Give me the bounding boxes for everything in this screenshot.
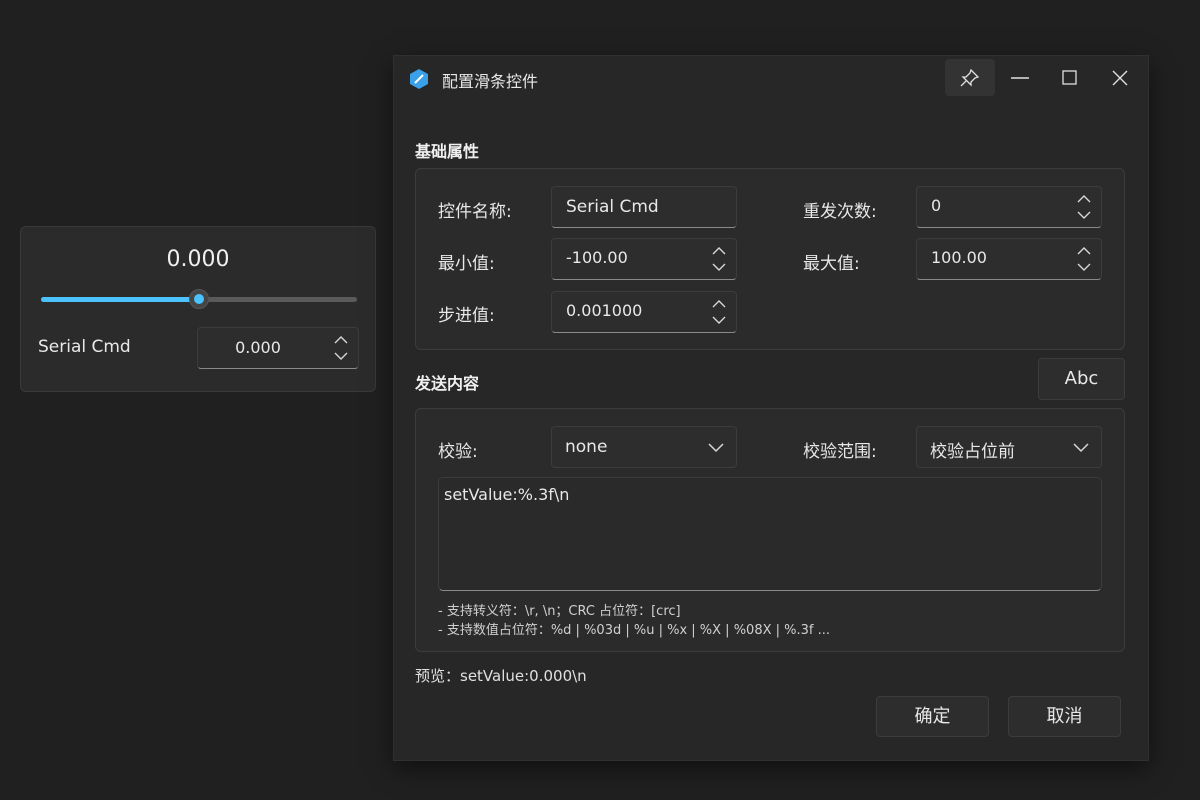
cancel-button[interactable]: 取消 [1008, 696, 1121, 737]
minimize-button[interactable] [995, 59, 1045, 96]
min-value-spinbox[interactable]: -100.00 [551, 238, 737, 280]
escape-hint: - 支持转义符：\r, \n；CRC 占位符：[crc] [438, 604, 681, 619]
spin-up-down-icon[interactable] [712, 299, 726, 325]
spin-up-down-icon[interactable] [1077, 246, 1091, 272]
spin-up-down-icon[interactable] [1077, 194, 1091, 220]
slider-value-display: 0.000 [166, 247, 230, 272]
send-content-group: 校验: none 校验范围: 校验占位前 setValue:%.3f\n - 支… [415, 408, 1125, 652]
min-value-label: 最小值: [438, 254, 495, 274]
checksum-range-combobox[interactable]: 校验占位前 [916, 426, 1102, 468]
spin-up-down-icon[interactable] [712, 246, 726, 272]
preview-text: 预览：setValue:0.000\n [415, 667, 587, 685]
control-name-input[interactable]: Serial Cmd [551, 186, 737, 228]
repeat-count-spinbox[interactable]: 0 [916, 186, 1102, 228]
slider-widget: 0.000 Serial Cmd 0.000 [20, 226, 376, 392]
close-button[interactable] [1095, 59, 1145, 96]
ok-button[interactable]: 确定 [876, 696, 989, 737]
widget-spin-value: 0.000 [235, 338, 281, 357]
step-value-spinbox[interactable]: 0.001000 [551, 291, 737, 333]
minimize-icon [1011, 77, 1029, 79]
repeat-count-value: 0 [931, 196, 942, 215]
pin-icon [960, 69, 980, 87]
close-icon [1112, 70, 1128, 86]
spin-up-down-icon[interactable] [334, 335, 348, 361]
dialog-titlebar[interactable]: 配置滑条控件 [394, 56, 1148, 100]
checksum-range-value: 校验占位前 [930, 442, 1015, 462]
abc-button[interactable]: Abc [1038, 358, 1125, 400]
basic-section-title: 基础属性 [415, 142, 480, 161]
checksum-combobox[interactable]: none [551, 426, 737, 468]
dialog-title: 配置滑条控件 [442, 72, 539, 91]
send-content-textarea[interactable]: setValue:%.3f\n [438, 477, 1102, 591]
repeat-count-label: 重发次数: [803, 202, 877, 222]
slider-fill [41, 297, 199, 302]
max-value-label: 最大值: [803, 254, 860, 274]
control-name-value: Serial Cmd [566, 197, 659, 217]
widget-name-label: Serial Cmd [38, 337, 131, 357]
step-value-label: 步进值: [438, 306, 495, 326]
control-name-label: 控件名称: [438, 202, 512, 222]
checksum-range-label: 校验范围: [803, 442, 877, 462]
basic-properties-group: 控件名称: Serial Cmd 重发次数: 0 最小值: -100.00 最大… [415, 168, 1125, 350]
placeholder-hint: - 支持数值占位符：%d | %03d | %u | %x | %X | %08… [438, 623, 830, 638]
config-slider-dialog: 配置滑条控件 基础属性 控件名称: Serial Cmd 重发次数: 0 最小值… [394, 56, 1148, 760]
max-value: 100.00 [931, 248, 987, 267]
chevron-down-icon [708, 443, 724, 453]
step-value: 0.001000 [566, 301, 643, 320]
min-value: -100.00 [566, 248, 628, 267]
app-logo-icon [409, 68, 429, 90]
maximize-icon [1062, 70, 1077, 85]
checksum-value: none [565, 437, 608, 457]
pin-button[interactable] [945, 59, 995, 96]
max-value-spinbox[interactable]: 100.00 [916, 238, 1102, 280]
checksum-label: 校验: [438, 442, 478, 462]
chevron-down-icon [1073, 443, 1089, 453]
maximize-button[interactable] [1045, 59, 1095, 96]
send-section-title: 发送内容 [415, 374, 480, 393]
slider-thumb[interactable] [189, 289, 209, 309]
widget-value-spinbox[interactable]: 0.000 [197, 327, 359, 369]
